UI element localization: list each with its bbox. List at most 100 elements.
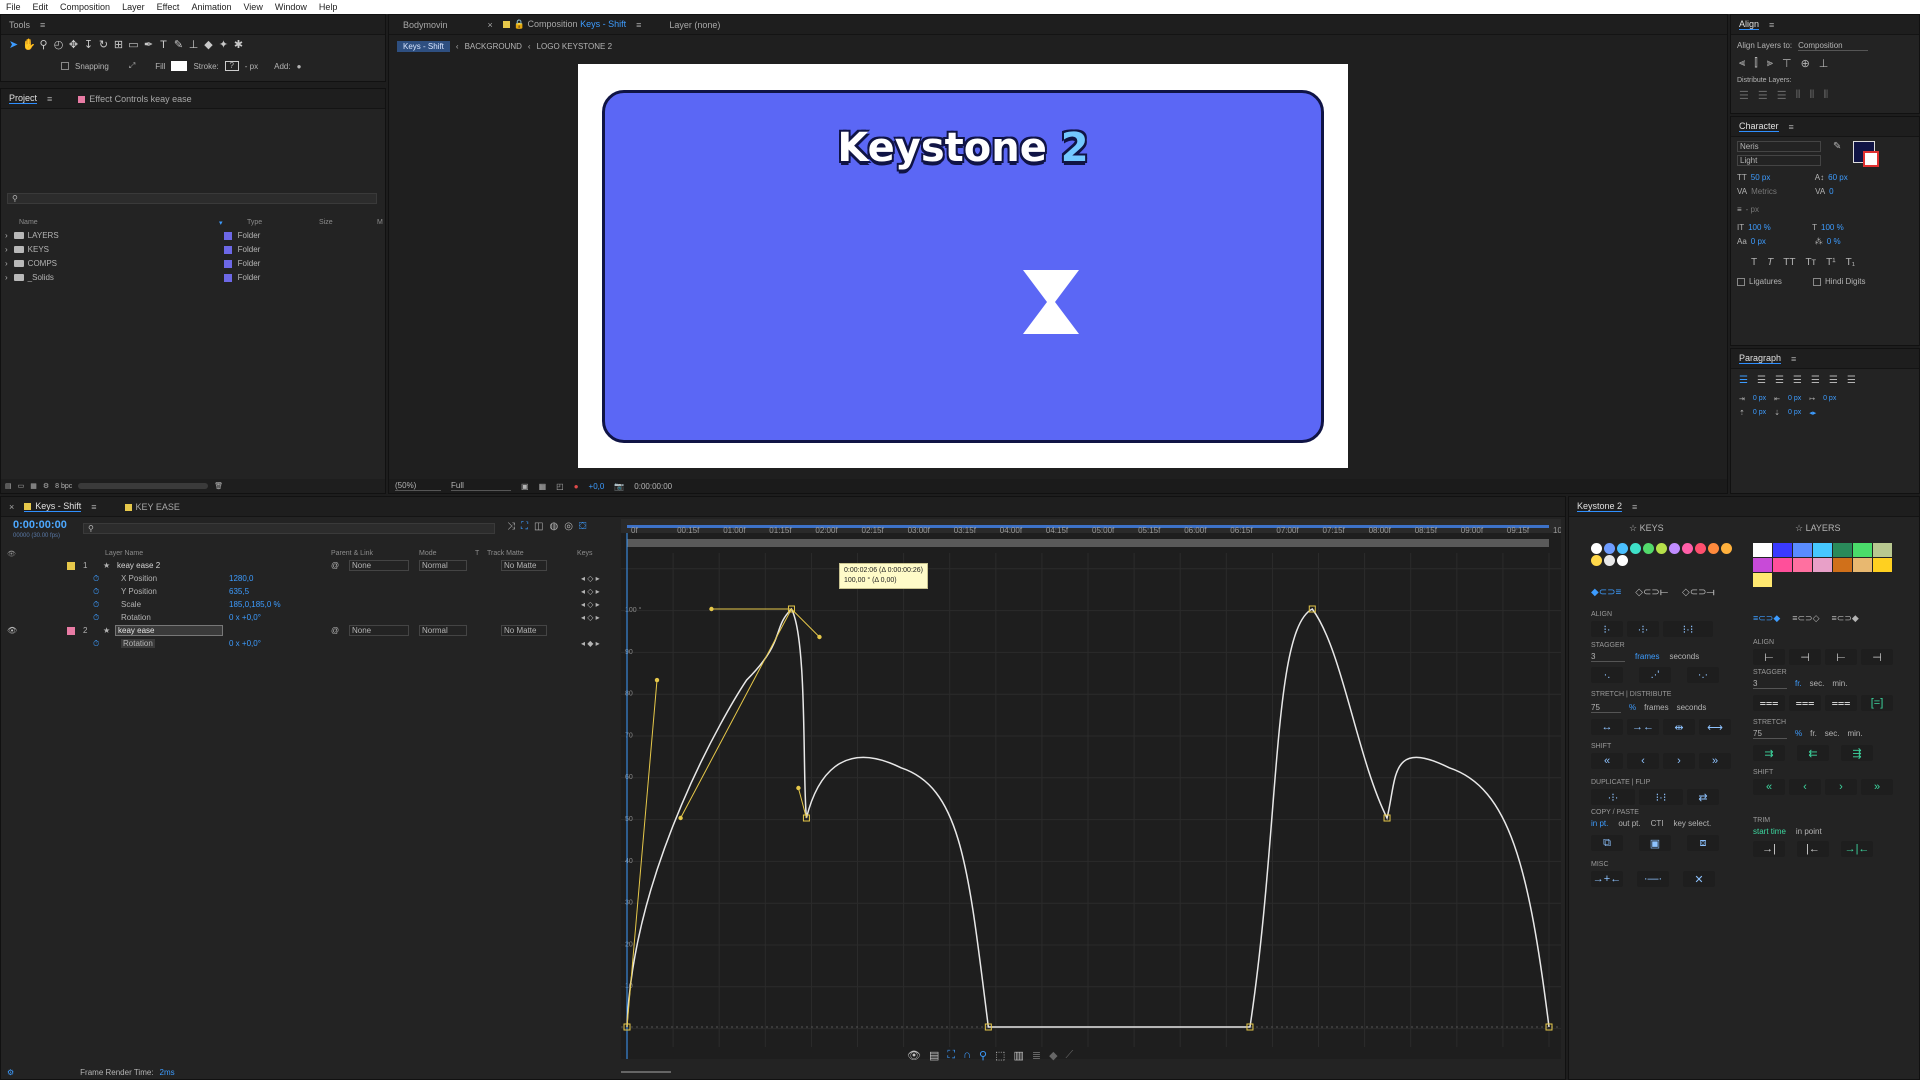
align-right-text-icon[interactable]: ☰ <box>1775 375 1784 386</box>
tab-layer[interactable]: Layer (none) <box>669 20 720 30</box>
eye-icon[interactable]: 👁 <box>7 626 17 635</box>
layer-stagger-down-icon[interactable]: ⩶ <box>1753 695 1785 711</box>
comp-mini-icon[interactable]: ⤨ <box>507 521 515 532</box>
exposure-value[interactable]: +0,0 <box>589 482 605 491</box>
tab-bodymovin[interactable]: Bodymovin <box>403 20 448 30</box>
layer-color-swatch[interactable] <box>1793 558 1812 572</box>
add-icon[interactable]: ● <box>297 62 302 71</box>
col-layer-name[interactable]: Layer Name <box>105 550 143 557</box>
panel-menu-icon[interactable]: ≡ <box>91 502 96 512</box>
align-key-center-icon[interactable]: ·⁝· <box>1627 621 1659 637</box>
col-label-icon[interactable]: ▾ <box>219 219 223 227</box>
misc-random-icon[interactable]: ✕ <box>1683 871 1715 887</box>
transparency-icon[interactable]: ▦ <box>539 482 547 491</box>
transform-box-icon[interactable]: ⛶ <box>947 1049 955 1062</box>
space-after-value[interactable]: 0 px <box>1788 409 1801 417</box>
paste-icon[interactable]: ▣ <box>1639 835 1671 851</box>
table-row[interactable]: 👁 2 ★ keay ease @ None Normal No Matte <box>1 624 611 637</box>
layer-align-in-icon[interactable]: ⊢ <box>1825 649 1857 665</box>
kerning-value[interactable]: Metrics <box>1751 187 1811 196</box>
subscript-icon[interactable]: T₁ <box>1846 257 1855 268</box>
tsume-value[interactable]: 0 % <box>1827 237 1841 246</box>
label-swatch[interactable] <box>223 231 232 240</box>
tab-key-ease[interactable]: KEY EASE <box>124 502 180 512</box>
region-icon[interactable]: ▣ <box>521 482 529 491</box>
align-left-icon[interactable]: ⫷ <box>1739 57 1745 70</box>
align-right-icon[interactable]: ⫸ <box>1767 57 1773 70</box>
col-parent[interactable]: Parent & Link <box>331 550 373 557</box>
layer-align-left-icon[interactable]: ⊢ <box>1753 649 1785 665</box>
stagger-seconds-option[interactable]: seconds <box>1669 652 1699 662</box>
quality-dropdown[interactable]: Full <box>451 481 511 491</box>
breadcrumb-item[interactable]: BACKGROUND <box>465 42 522 51</box>
stroke-width[interactable]: - px <box>245 62 258 71</box>
col-t[interactable]: T <box>475 550 479 557</box>
layer-stagger-up-icon[interactable]: ⩶ <box>1789 695 1821 711</box>
roto-tool-icon[interactable]: ✦ <box>217 39 230 52</box>
parent-pickwhip-icon[interactable]: @ <box>331 561 339 570</box>
stamp-tool-icon[interactable]: ⊥ <box>187 39 200 52</box>
panel-menu-icon[interactable]: ≡ <box>1632 502 1637 512</box>
dist-right-icon[interactable]: ⦀ <box>1823 89 1828 102</box>
space-before-value[interactable]: 0 px <box>1753 409 1766 417</box>
stagger-down-icon[interactable]: ·. <box>1591 667 1623 683</box>
keyframe-nav-icon[interactable]: ◂ ◇ ▸ <box>581 574 600 583</box>
layer-color-swatch[interactable] <box>1753 573 1772 587</box>
snap-icon[interactable]: ∩ <box>963 1049 971 1062</box>
stagger-frames-option[interactable]: frames <box>1635 652 1659 662</box>
key-color-dot[interactable] <box>1708 543 1719 554</box>
easy-ease-icon[interactable]: ⟋ <box>1066 1049 1074 1062</box>
baseline-value[interactable]: 0 px <box>1751 237 1811 246</box>
stopwatch-icon[interactable]: ⏱ <box>93 613 99 623</box>
layer-align-out-icon[interactable]: ⊣ <box>1861 649 1893 665</box>
ligatures-checkbox[interactable] <box>1737 277 1745 286</box>
justify-all-icon[interactable]: ☰ <box>1847 375 1856 386</box>
property-row[interactable]: ⏱ X Position 1280,0 ◂ ◇ ▸ <box>1 572 611 585</box>
flip-icon[interactable]: ⇄ <box>1687 789 1719 805</box>
layer-label-swatch[interactable] <box>67 561 75 570</box>
stagger-random-icon[interactable]: ·.· <box>1687 667 1719 683</box>
snapping-checkbox[interactable] <box>61 62 69 70</box>
layer-shift-left-icon[interactable]: ‹ <box>1789 779 1821 795</box>
layer-align-right-icon[interactable]: ⊣ <box>1789 649 1821 665</box>
dolly-tool-icon[interactable]: ↧ <box>82 39 95 52</box>
parent-dropdown[interactable]: None <box>349 560 409 571</box>
key-color-dot[interactable] <box>1591 543 1602 554</box>
property-value[interactable]: 185,0,185,0 % <box>229 600 281 609</box>
vscale-value[interactable]: 100 % <box>1748 223 1808 232</box>
bezier-handle[interactable] <box>680 608 792 819</box>
label-swatch[interactable] <box>223 259 232 268</box>
project-search[interactable]: ⚲ <box>7 193 377 204</box>
fit-selection-icon[interactable]: ⚲ <box>979 1049 987 1062</box>
rect-tool-icon[interactable]: ▭ <box>127 39 140 52</box>
stagger-up-icon[interactable]: .·' <box>1639 667 1671 683</box>
panel-menu-icon[interactable]: ≡ <box>47 94 52 104</box>
align-center-text-icon[interactable]: ☰ <box>1757 375 1766 386</box>
new-folder-icon[interactable]: ▭ <box>18 482 25 490</box>
parent-dropdown[interactable]: None <box>349 625 409 636</box>
menu-animation[interactable]: Animation <box>191 2 231 12</box>
stopwatch-icon[interactable]: ⏱ <box>93 574 99 584</box>
layer-color-swatch[interactable] <box>1773 558 1792 572</box>
align-to-dropdown[interactable]: Composition <box>1798 41 1869 51</box>
fit-all-icon[interactable]: ⬚ <box>995 1049 1005 1062</box>
property-value[interactable]: 635,5 <box>229 587 249 596</box>
property-row[interactable]: ⏱ Scale 185,0,185,0 % ◂ ◇ ▸ <box>1 598 611 611</box>
label-swatch[interactable] <box>223 273 232 282</box>
time-navigator[interactable] <box>627 525 1549 528</box>
menu-edit[interactable]: Edit <box>33 2 49 12</box>
panel-menu-icon[interactable]: ≡ <box>1769 20 1774 30</box>
layer-stagger-frames-option[interactable]: fr. <box>1795 679 1802 689</box>
key-color-dot[interactable] <box>1630 543 1641 554</box>
col-mode[interactable]: Mode <box>419 550 437 557</box>
breadcrumb-item[interactable]: LOGO KEYSTONE 2 <box>537 42 612 51</box>
key-color-dot[interactable] <box>1604 543 1615 554</box>
property-row[interactable]: ⏱ Y Position 635,5 ◂ ◇ ▸ <box>1 585 611 598</box>
layer-stretch-frames-option[interactable]: fr. <box>1810 729 1817 739</box>
duplicate-icon[interactable]: ·⁝· <box>1591 789 1635 805</box>
align-key-cti-icon[interactable]: ⁝·⁝ <box>1663 621 1713 637</box>
layer-color-swatch[interactable] <box>1873 543 1892 557</box>
misc-sequence-icon[interactable]: ·—· <box>1637 871 1669 887</box>
layer-stagger-random-icon[interactable]: ⩶ <box>1825 695 1857 711</box>
keyframe-nav-icon[interactable]: ◂ ◇ ▸ <box>581 613 600 622</box>
